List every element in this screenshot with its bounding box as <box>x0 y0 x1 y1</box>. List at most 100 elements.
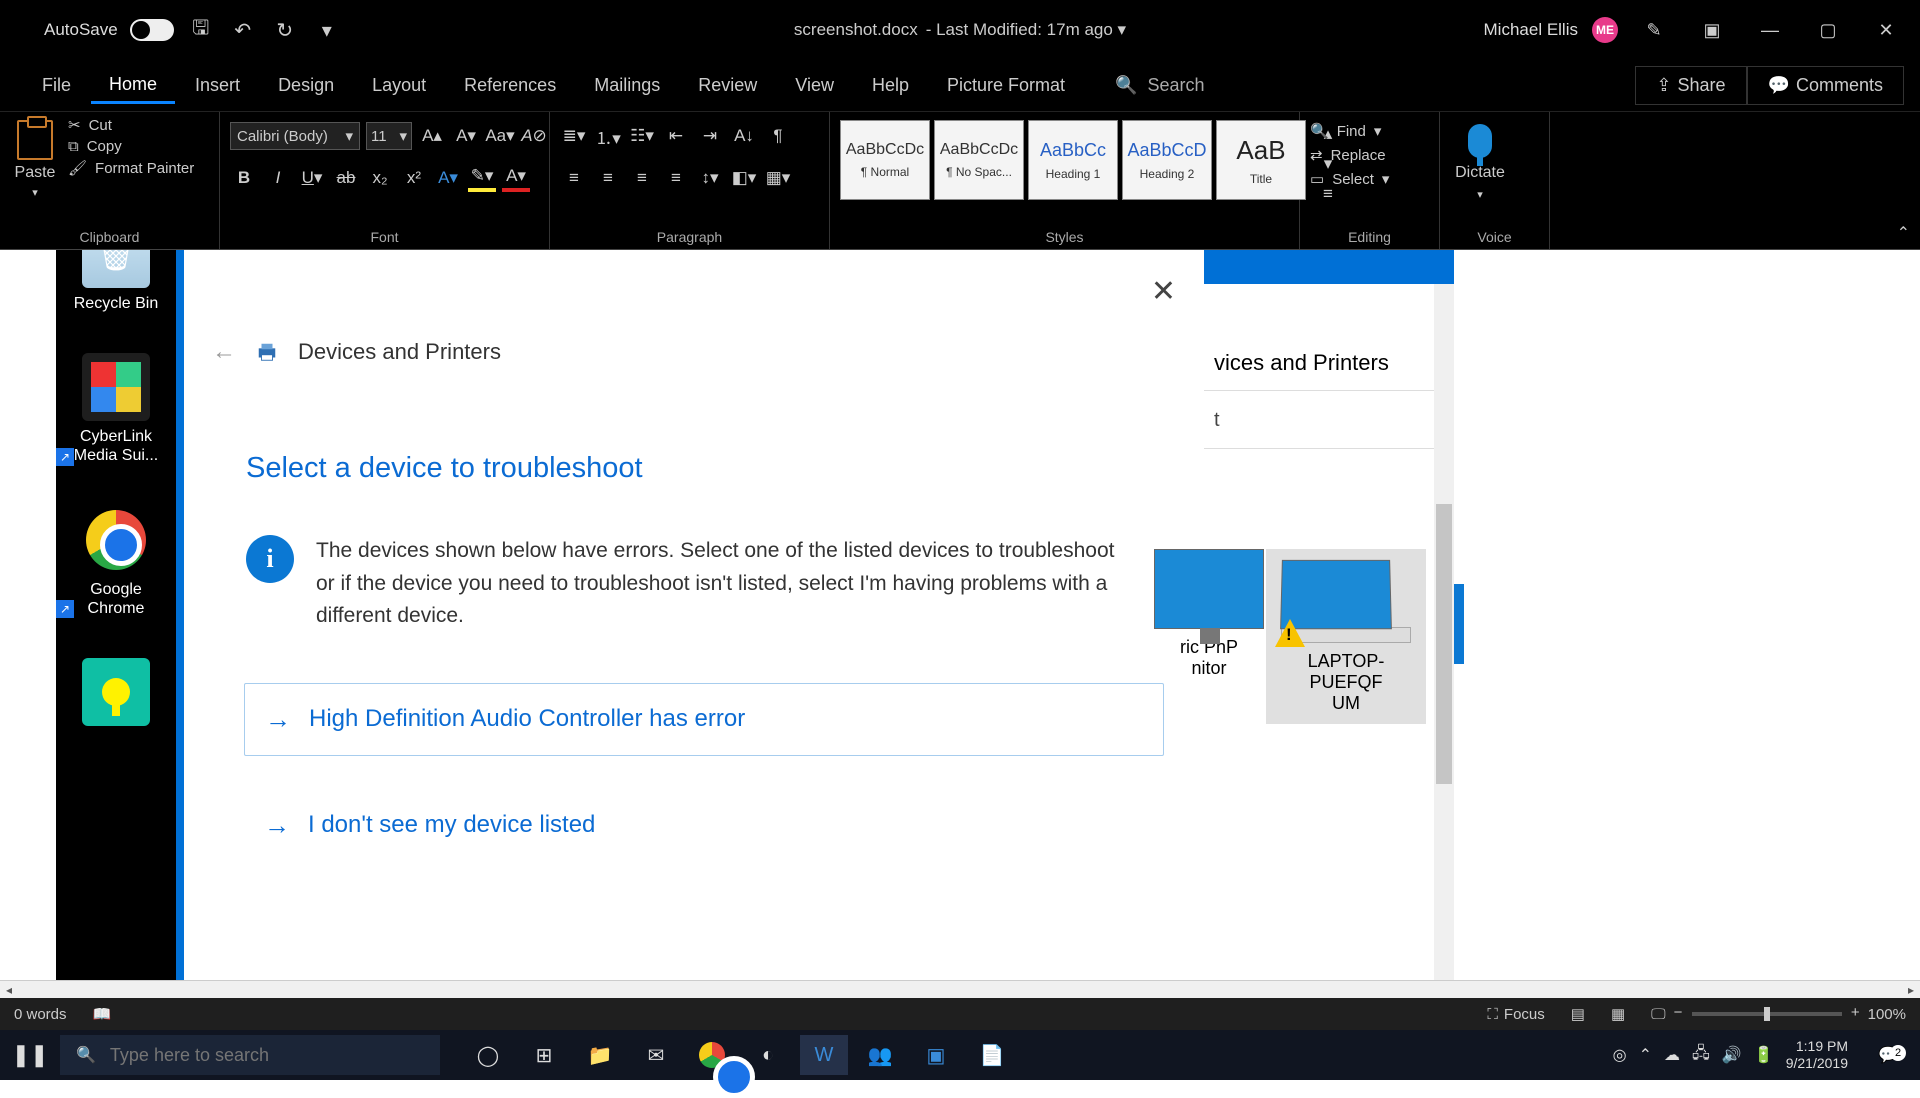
bold-button[interactable]: B <box>230 164 258 192</box>
redo-icon[interactable]: ↻ <box>270 15 300 45</box>
user-avatar[interactable]: ME <box>1592 17 1618 43</box>
superscript-button[interactable]: x² <box>400 164 428 192</box>
taskbar-clock[interactable]: 1:19 PM 9/21/2019 <box>1786 1038 1854 1072</box>
tab-design[interactable]: Design <box>260 69 352 102</box>
task-view-icon[interactable]: ⊞ <box>520 1035 568 1075</box>
dialog-close-button[interactable]: ✕ <box>1151 274 1176 309</box>
maximize-button[interactable]: ▢ <box>1806 10 1850 50</box>
device-laptop[interactable]: LAPTOP-PUEFQFUM <box>1266 549 1426 724</box>
start-button[interactable]: ❚❚ <box>0 1042 60 1068</box>
style-title[interactable]: AaBTitle <box>1216 120 1306 200</box>
ribbon-display-options-icon[interactable]: ✎ <box>1632 10 1676 50</box>
dp-window-titlebar[interactable] <box>1204 250 1454 284</box>
back-button[interactable]: ← <box>212 338 236 366</box>
replace-button[interactable]: ⇄Replace <box>1310 146 1389 164</box>
share-button[interactable]: ⇪Share <box>1635 66 1746 105</box>
font-family-select[interactable]: Calibri (Body)▾ <box>230 122 360 150</box>
document-modified[interactable]: - Last Modified: 17m ago ▾ <box>926 20 1126 40</box>
align-right-icon[interactable]: ≡ <box>628 164 656 192</box>
desktop-icon-key-app[interactable] <box>56 658 176 726</box>
word-count[interactable]: 0 words <box>14 1006 67 1023</box>
minimize-button[interactable]: — <box>1748 10 1792 50</box>
bullets-icon[interactable]: ≣▾ <box>560 122 588 150</box>
tell-me-search[interactable]: 🔍 Search <box>1115 75 1204 96</box>
option-device-not-listed[interactable]: → I don't see my device listed <box>244 790 1164 861</box>
justify-icon[interactable]: ≡ <box>662 164 690 192</box>
strikethrough-button[interactable]: ab <box>332 164 360 192</box>
line-spacing-icon[interactable]: ↕▾ <box>696 164 724 192</box>
network-icon[interactable]: 🖧 <box>1692 1042 1710 1069</box>
ribbon-mode-icon[interactable]: ▣ <box>1690 10 1734 50</box>
tab-insert[interactable]: Insert <box>177 69 258 102</box>
qat-customize-icon[interactable]: ▾ <box>312 15 342 45</box>
style-heading-1[interactable]: AaBbCcHeading 1 <box>1028 120 1118 200</box>
teams-icon[interactable]: 👥 <box>856 1035 904 1075</box>
align-center-icon[interactable]: ≡ <box>594 164 622 192</box>
underline-button[interactable]: U▾ <box>298 164 326 192</box>
decrease-font-icon[interactable]: A▾ <box>452 122 480 150</box>
shading-icon[interactable]: ◧▾ <box>730 164 758 192</box>
zoom-out-icon[interactable]: − <box>1674 1004 1683 1021</box>
read-mode-icon[interactable]: ▤ <box>1571 1005 1585 1023</box>
format-painter-button[interactable]: 🖌Format Painter <box>68 159 194 177</box>
dp-toolbar-partial[interactable]: t <box>1204 391 1454 449</box>
italic-button[interactable]: I <box>264 164 292 192</box>
tab-mailings[interactable]: Mailings <box>576 69 678 102</box>
app-icon-1[interactable]: ▣ <box>912 1035 960 1075</box>
tab-help[interactable]: Help <box>854 69 927 102</box>
sort-icon[interactable]: A↓ <box>730 122 758 150</box>
battery-icon[interactable]: 🔋 <box>1754 1045 1774 1065</box>
tab-review[interactable]: Review <box>680 69 775 102</box>
focus-mode-button[interactable]: ⛶Focus <box>1487 1006 1544 1023</box>
paste-dropdown-icon[interactable]: ▾ <box>32 186 38 199</box>
taskbar-search[interactable]: 🔍 <box>60 1035 440 1075</box>
tab-home[interactable]: Home <box>91 68 175 104</box>
cortana-icon[interactable]: ◯ <box>464 1035 512 1075</box>
taskbar-search-input[interactable] <box>110 1045 424 1066</box>
subscript-button[interactable]: x₂ <box>366 164 394 192</box>
style-heading-2[interactable]: AaBbCcDHeading 2 <box>1122 120 1212 200</box>
cut-button[interactable]: ✂Cut <box>68 116 194 134</box>
desktop-icon-chrome[interactable]: ↗ GoogleChrome <box>56 506 176 618</box>
tray-overflow-icon[interactable]: ⌃ <box>1639 1045 1652 1065</box>
clear-formatting-icon[interactable]: A⊘ <box>520 122 548 150</box>
align-left-icon[interactable]: ≡ <box>560 164 588 192</box>
paste-button[interactable]: Paste ▾ <box>10 116 60 199</box>
web-layout-icon[interactable]: 🖵 <box>1651 1006 1665 1023</box>
style-normal[interactable]: AaBbCcDc¶ Normal <box>840 120 930 200</box>
file-explorer-icon[interactable]: 📁 <box>576 1035 624 1075</box>
comments-button[interactable]: 💬Comments <box>1747 66 1904 105</box>
chrome-taskbar-icon[interactable] <box>688 1035 736 1075</box>
spellcheck-icon[interactable]: 📖 <box>93 1005 112 1023</box>
highlight-icon[interactable]: ✎▾ <box>468 164 496 192</box>
undo-icon[interactable]: ↶ <box>228 15 258 45</box>
dp-scrollbar[interactable] <box>1434 284 1454 980</box>
borders-icon[interactable]: ▦▾ <box>764 164 792 192</box>
tab-layout[interactable]: Layout <box>354 69 444 102</box>
increase-indent-icon[interactable]: ⇥ <box>696 122 724 150</box>
find-button[interactable]: 🔍Find ▾ <box>1310 122 1389 140</box>
increase-font-icon[interactable]: A▴ <box>418 122 446 150</box>
close-button[interactable]: ✕ <box>1864 10 1908 50</box>
zoom-value[interactable]: 100% <box>1868 1006 1906 1023</box>
show-marks-icon[interactable]: ¶ <box>764 122 792 150</box>
numbering-icon[interactable]: ⒈▾ <box>594 122 622 150</box>
tab-picture-format[interactable]: Picture Format <box>929 69 1083 102</box>
desktop-icon-recycle-bin[interactable]: 🗑 Recycle Bin <box>56 250 176 313</box>
device-monitor[interactable]: ric PnPnitor <box>1164 549 1254 724</box>
tab-file[interactable]: File <box>24 69 89 102</box>
zoom-slider-knob[interactable] <box>1764 1007 1770 1021</box>
tab-references[interactable]: References <box>446 69 574 102</box>
select-button[interactable]: ▭Select ▾ <box>1310 170 1389 188</box>
multilevel-list-icon[interactable]: ☷▾ <box>628 122 656 150</box>
copy-button[interactable]: ⧉Copy <box>68 138 194 155</box>
tray-app-icon[interactable]: ◎ <box>1613 1045 1627 1065</box>
word-taskbar-icon[interactable]: W <box>800 1035 848 1075</box>
decrease-indent-icon[interactable]: ⇤ <box>662 122 690 150</box>
autosave-toggle[interactable] <box>130 19 174 41</box>
font-size-select[interactable]: 11▾ <box>366 122 412 150</box>
option-audio-controller-error[interactable]: → High Definition Audio Controller has e… <box>244 683 1164 756</box>
text-effects-icon[interactable]: A▾ <box>434 164 462 192</box>
save-icon[interactable]: 🖫 <box>186 15 216 45</box>
collapse-ribbon-icon[interactable]: ⌃ <box>1897 223 1910 243</box>
